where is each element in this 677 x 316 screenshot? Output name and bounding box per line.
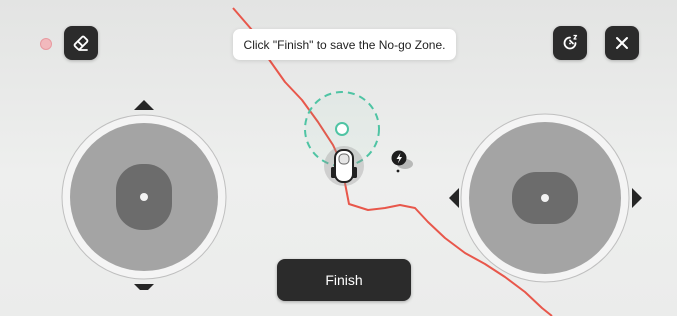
joystick-down-arrow-icon xyxy=(134,284,154,294)
left-joystick-center-dot xyxy=(140,193,148,201)
right-joystick-center-dot xyxy=(541,194,549,202)
finish-button-label: Finish xyxy=(325,272,363,288)
joystick-left-arrow-icon xyxy=(449,188,459,208)
close-button[interactable] xyxy=(605,26,639,60)
instruction-tooltip: Click "Finish" to save the No-go Zone. xyxy=(233,29,456,60)
joystick-right-arrow-icon xyxy=(632,188,642,208)
close-icon xyxy=(616,37,628,49)
map-control-screen: Click "Finish" to save the No-go Zone. F… xyxy=(0,0,677,316)
tooltip-text: Click "Finish" to save the No-go Zone. xyxy=(243,37,446,52)
rotate-icon xyxy=(563,34,578,50)
finish-button[interactable]: Finish xyxy=(277,259,411,301)
left-joystick[interactable] xyxy=(59,100,229,294)
eraser-button[interactable] xyxy=(64,26,98,60)
charging-station-icon xyxy=(391,150,413,173)
zone-center-handle-icon[interactable] xyxy=(335,122,349,136)
joystick-up-arrow-icon xyxy=(134,100,154,110)
recording-dot-icon xyxy=(40,38,52,50)
robot-mower-icon xyxy=(324,146,364,186)
eraser-icon xyxy=(73,35,89,51)
rotate-button[interactable] xyxy=(553,26,587,60)
right-joystick[interactable] xyxy=(445,110,645,285)
